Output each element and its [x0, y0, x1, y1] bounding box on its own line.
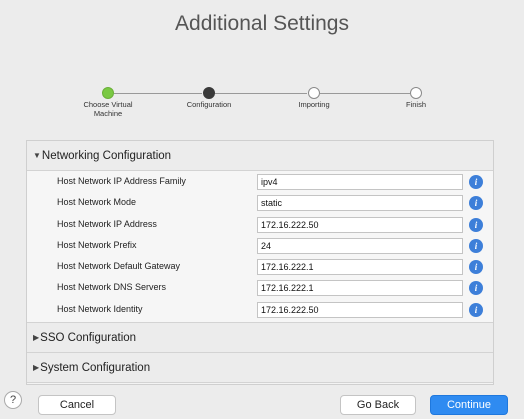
- info-icon[interactable]: i: [469, 281, 483, 296]
- step-label-configuration: Configuration: [186, 100, 232, 109]
- go-back-button[interactable]: Go Back: [340, 395, 416, 415]
- setting-row: Host Network DNS Servers 172.16.222.1 i: [27, 278, 493, 299]
- step-dot-finish: [410, 87, 422, 99]
- step-label-importing: Importing: [298, 100, 330, 109]
- help-button[interactable]: ?: [4, 391, 22, 409]
- step-dot-importing: [308, 87, 320, 99]
- network-mode-field[interactable]: static: [257, 195, 463, 212]
- networking-rows: Host Network IP Address Family ipv4 i Ho…: [27, 171, 493, 324]
- setting-row: Host Network Mode static i: [27, 193, 493, 214]
- progress-stepper: Choose Virtual Machine Configuration Imp…: [0, 86, 524, 126]
- section-system-label: System Configuration: [40, 362, 151, 375]
- info-icon[interactable]: i: [469, 196, 483, 211]
- settings-panel: ▼Networking Configuration Host Network I…: [26, 140, 494, 385]
- step-label-choose-vm: Choose Virtual Machine: [68, 100, 148, 118]
- triangle-down-icon: ▼: [33, 151, 41, 160]
- step-connector: [320, 93, 410, 94]
- triangle-right-icon: ▶: [33, 363, 40, 373]
- dns-servers-field[interactable]: 172.16.222.1: [257, 280, 463, 297]
- setting-label: Host Network IP Address Family: [57, 176, 186, 186]
- section-sso-header[interactable]: ▶SSO Configuration: [27, 323, 493, 354]
- step-connector: [215, 93, 307, 94]
- setting-row: Host Network Identity 172.16.222.50 i: [27, 300, 493, 321]
- page-title: Additional Settings: [175, 12, 349, 35]
- default-gateway-field[interactable]: 172.16.222.1: [257, 259, 463, 276]
- setting-row: Host Network IP Address Family ipv4 i: [27, 172, 493, 193]
- info-icon[interactable]: i: [469, 175, 483, 189]
- setting-row: Host Network Default Gateway 172.16.222.…: [27, 257, 493, 278]
- section-networking-header[interactable]: ▼Networking Configuration: [27, 141, 493, 171]
- info-icon[interactable]: i: [469, 238, 483, 253]
- info-icon[interactable]: i: [469, 260, 483, 275]
- setting-label: Host Network Mode: [57, 197, 137, 208]
- step-label-line: Choose Virtual: [83, 100, 133, 109]
- setting-label: Host Network Prefix: [57, 239, 137, 250]
- continue-button[interactable]: Continue: [430, 395, 508, 415]
- step-label-finish: Finish: [405, 100, 426, 109]
- step-connector: [114, 93, 202, 94]
- setting-row: Host Network Prefix 24 i: [27, 236, 493, 257]
- setting-label: Host Network IP Address: [57, 218, 157, 229]
- setting-label: Host Network DNS Servers: [57, 282, 167, 293]
- step-dot-configuration: [203, 87, 215, 99]
- cancel-button[interactable]: Cancel: [38, 395, 116, 415]
- ip-address-field[interactable]: 172.16.222.50: [257, 216, 463, 233]
- ip-family-field[interactable]: ipv4: [257, 174, 463, 190]
- info-icon[interactable]: i: [469, 217, 483, 232]
- section-system-header[interactable]: ▶System Configuration: [27, 353, 493, 384]
- section-sso-label: SSO Configuration: [40, 332, 137, 345]
- step-dot-choose-vm: [102, 87, 114, 99]
- info-icon[interactable]: i: [469, 302, 483, 317]
- setting-label: Host Network Default Gateway: [57, 261, 181, 272]
- setting-row: Host Network IP Address 172.16.222.50 i: [27, 215, 493, 236]
- section-networking-label: Networking Configuration: [41, 150, 172, 162]
- triangle-right-icon: ▶: [33, 333, 40, 343]
- network-identity-field[interactable]: 172.16.222.50: [257, 301, 463, 318]
- network-prefix-field[interactable]: 24: [257, 237, 463, 254]
- setting-label: Host Network Identity: [57, 303, 143, 314]
- step-label-line: Machine: [93, 109, 123, 118]
